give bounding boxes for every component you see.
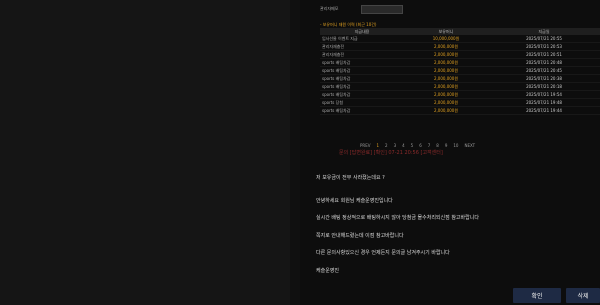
- message-line-5: 다른 문의사항있으신 경우 언제든지 문의글 남겨주시기 바랍니다: [316, 250, 450, 256]
- admin-note-row: 관리자메모: [320, 0, 600, 18]
- bet-history-panel: [0, 0, 290, 305]
- col-header-date: 지급일: [488, 28, 600, 35]
- admin-note-input[interactable]: [361, 4, 404, 14]
- row-date: 2025/07/21 20:18: [488, 82, 600, 91]
- message-line-2: 안녕하세요 회원님 케슬운영진입니다: [316, 198, 393, 204]
- admin-note-label: 관리자메모: [320, 6, 339, 11]
- row-amount: 10,000,000원: [404, 35, 488, 43]
- pager-page-8[interactable]: 8: [436, 143, 439, 148]
- table-row: 관리자재충전 2,000,000원 2025/07/21 20:53: [320, 42, 600, 51]
- pager-page-5[interactable]: 5: [411, 143, 414, 148]
- message-line-6: 케슬운영진: [316, 268, 340, 274]
- row-date: 2025/07/21 20:45: [488, 66, 600, 75]
- row-date: 2025/07/21 20:55: [488, 35, 600, 43]
- row-desc: 관리자재충전: [320, 42, 404, 51]
- pager-prev-button[interactable]: PREV: [360, 143, 370, 148]
- message-line-3: 실시간 배팅 정상적으로 배팅하시지 않아 당첨금 몰수처리되신점 참고바랍니다: [316, 215, 479, 221]
- pager-page-7[interactable]: 7: [428, 143, 431, 148]
- pager-page-2[interactable]: 2: [385, 143, 388, 148]
- row-desc: sports 배팅차감: [320, 74, 404, 83]
- table-row: sports 배팅차감 2,000,000원 2025/07/21 19:54: [320, 90, 600, 99]
- message-faded-line: 문의 [답변완료] [확인] 07-21 20:56 [고객센터]: [339, 150, 443, 156]
- table-row: sports 배팅차감 2,000,000원 2025/07/21 20:18: [320, 82, 600, 91]
- pager-page-10[interactable]: 10: [453, 143, 458, 148]
- row-date: 2025/07/21 19:44: [488, 106, 600, 115]
- table-row: sports 배팅차감 2,000,000원 2025/07/21 19:44: [320, 106, 600, 115]
- row-amount: 2,000,000원: [404, 106, 488, 115]
- row-desc: sports 당첨: [320, 98, 404, 107]
- message-line-1: 저 보유금이 전부 사라졌는데요 ?: [316, 175, 385, 181]
- row-date: 2025/07/21 19:48: [488, 98, 600, 107]
- row-desc: 관리자재충전: [320, 50, 404, 59]
- pager-page-1[interactable]: 1: [376, 143, 379, 148]
- row-amount: 2,000,000원: [404, 42, 488, 51]
- pager-page-4[interactable]: 4: [402, 143, 405, 148]
- col-header-amount: 보유머니: [404, 28, 488, 35]
- row-desc: 입사선물 이벤트 지급: [320, 35, 404, 43]
- pager-page-3[interactable]: 3: [394, 143, 397, 148]
- pagination: PREV 1 2 3 4 5 6 7 8 9 10 NEXT: [360, 141, 600, 149]
- col-header-desc: 지급내용: [320, 28, 404, 35]
- pager-page-6[interactable]: 6: [419, 143, 422, 148]
- row-amount: 2,000,000원: [404, 58, 488, 67]
- row-date: 2025/07/21 20:51: [488, 50, 600, 59]
- row-date: 2025/07/21 20:53: [488, 42, 600, 51]
- row-date: 2025/07/21 19:54: [488, 90, 600, 99]
- money-history-table: 지급내용 보유머니 지급일 입사선물 이벤트 지급 10,000,000원 2025…: [320, 28, 600, 115]
- table-row: sports 배팅차감 2,000,000원 2025/07/21 20:38: [320, 74, 600, 83]
- row-desc: sports 배팅차감: [320, 66, 404, 75]
- row-amount: 2,000,000원: [404, 50, 488, 59]
- message-line-4: 쪽지로 안내해드렸는데 이점 참고바랍니다: [316, 233, 404, 239]
- row-amount: 2,000,000원: [404, 66, 488, 75]
- pager-page-9[interactable]: 9: [445, 143, 448, 148]
- pager-next-button[interactable]: NEXT: [464, 143, 475, 148]
- confirm-button[interactable]: 확인: [513, 288, 561, 303]
- row-date: 2025/07/21 20:48: [488, 58, 600, 67]
- row-amount: 2,000,000원: [404, 98, 488, 107]
- row-desc: sports 배팅차감: [320, 106, 404, 115]
- table-row: 관리자재충전 2,000,000원 2025/07/21 20:51: [320, 50, 600, 59]
- row-desc: sports 배팅차감: [320, 90, 404, 99]
- row-date: 2025/07/21 20:38: [488, 74, 600, 83]
- row-amount: 2,000,000원: [404, 74, 488, 83]
- row-desc: sports 배팅차감: [320, 82, 404, 91]
- delete-button[interactable]: 삭제: [566, 288, 600, 303]
- table-row: sports 배팅차감 2,000,000원 2025/07/21 20:45: [320, 66, 600, 75]
- table-row: sports 배팅차감 2,000,000원 2025/07/21 20:48: [320, 58, 600, 67]
- row-amount: 2,000,000원: [404, 82, 488, 91]
- table-row: sports 당첨 2,000,000원 2025/07/21 19:48: [320, 98, 600, 107]
- row-amount: 2,000,000원: [404, 90, 488, 99]
- row-desc: sports 배팅차감: [320, 58, 404, 67]
- table-row: 입사선물 이벤트 지급 10,000,000원 2025/07/21 20:55: [320, 35, 600, 43]
